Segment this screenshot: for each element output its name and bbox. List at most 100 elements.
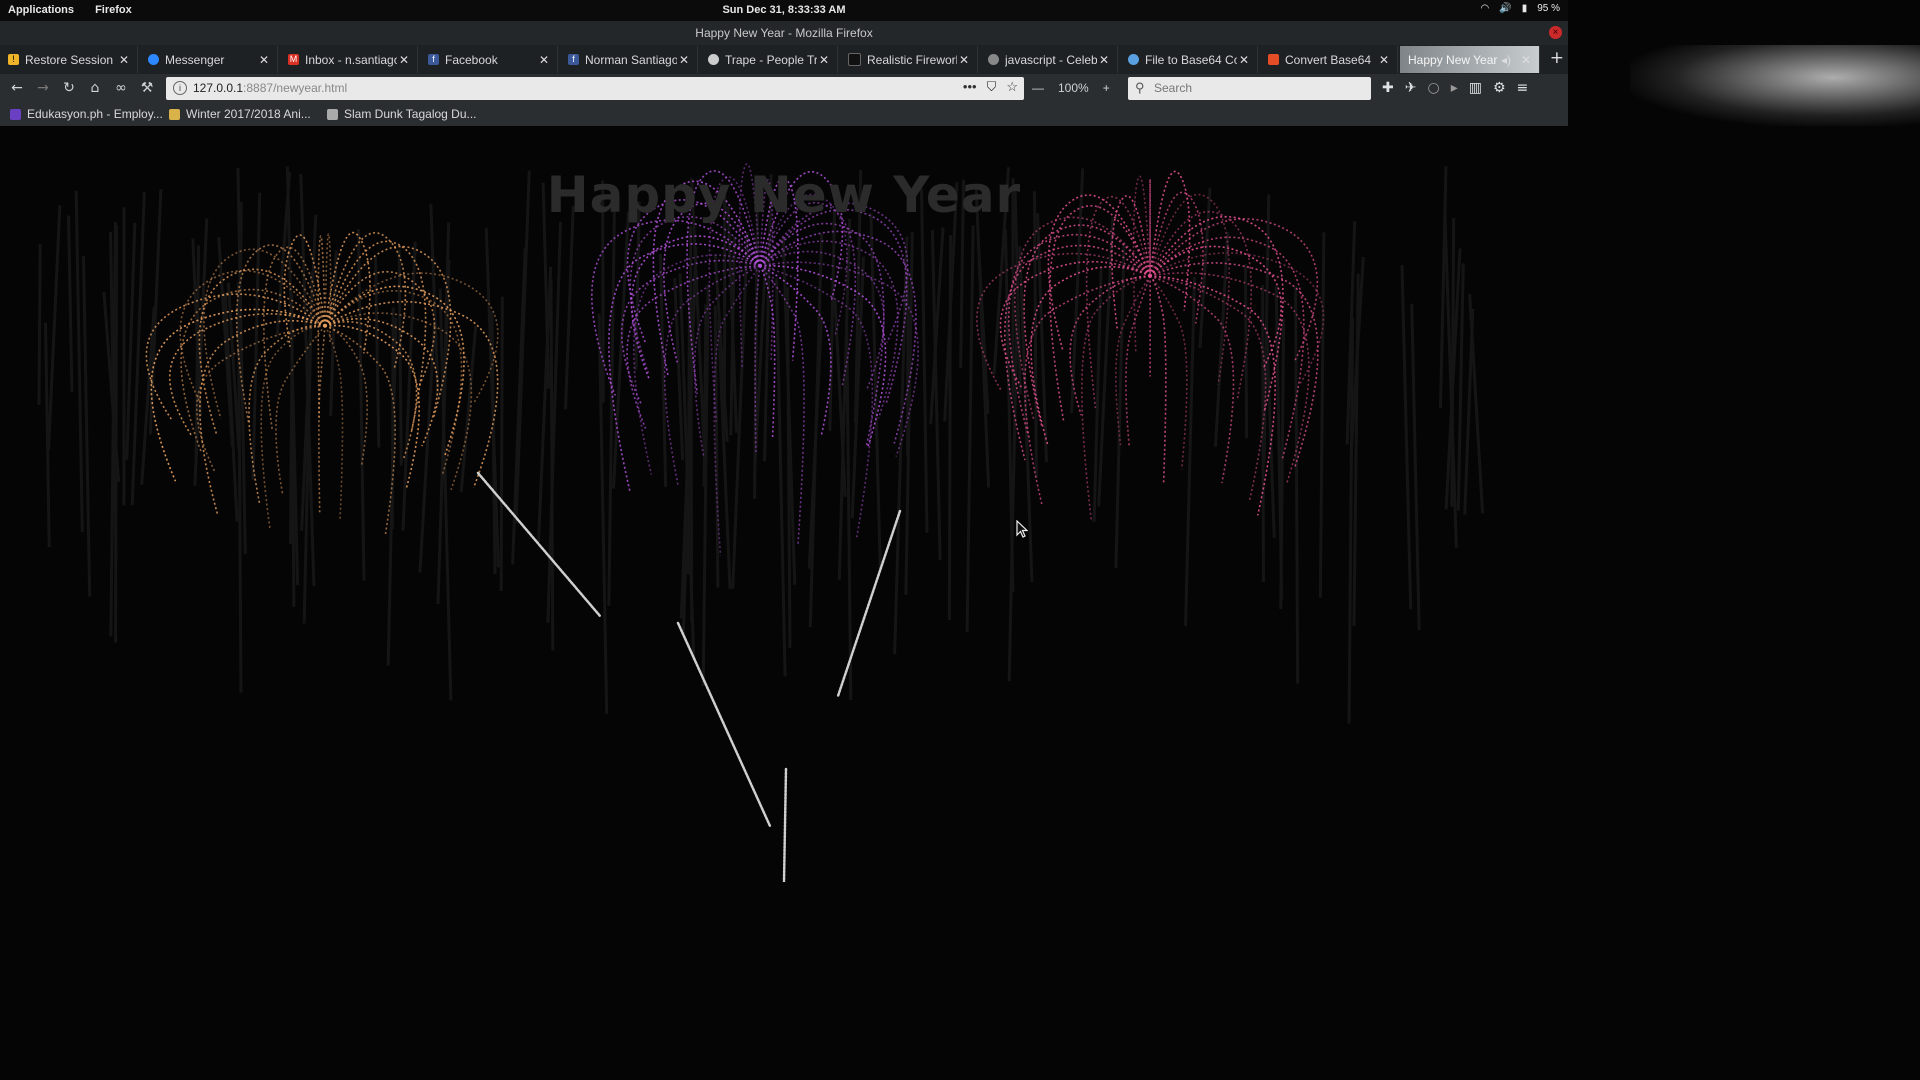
smoke-trail	[774, 278, 787, 677]
site-info-icon[interactable]: i	[173, 81, 187, 95]
bookmark-winter-anime[interactable]: Winter 2017/2018 Ani...	[169, 107, 311, 121]
private-mask-icon[interactable]: ∞	[112, 80, 130, 96]
bookmark-favicon-icon	[169, 108, 180, 120]
smoke-trail	[920, 188, 929, 533]
tab-restore-session[interactable]: ! Restore Session ✕	[0, 46, 138, 73]
smoke-trail	[1352, 273, 1360, 626]
smoke-trail	[1114, 244, 1126, 569]
page-content: Happy New Year	[0, 126, 1568, 882]
new-tab-button[interactable]: +	[1550, 48, 1564, 68]
forward-arrow-icon[interactable]: →	[34, 80, 52, 96]
smoke-trail	[965, 225, 975, 633]
sidebar-icon[interactable]: ▥	[1469, 80, 1482, 96]
close-icon[interactable]: ✕	[1377, 53, 1391, 67]
close-icon[interactable]: ✕	[117, 53, 131, 67]
tab-facebook[interactable]: f Facebook ✕	[420, 46, 558, 73]
github-icon	[708, 54, 719, 65]
smoke-trail	[611, 211, 630, 489]
tab-realistic-firework[interactable]: Realistic Firework ✕	[840, 46, 978, 73]
bookmark-slam-dunk[interactable]: Slam Dunk Tagalog Du...	[327, 107, 477, 121]
volume-icon[interactable]: 🔊	[1499, 3, 1511, 14]
stackoverflow-icon	[988, 54, 999, 65]
smoke-trail	[1294, 286, 1300, 684]
close-icon[interactable]: ✕	[1237, 53, 1251, 67]
smoke-trail	[66, 215, 74, 392]
back-arrow-icon[interactable]: ←	[8, 80, 26, 96]
zoom-out-icon[interactable]: —	[1032, 81, 1044, 95]
fireworks-canvas	[37, 163, 1485, 882]
smoke-trail	[658, 254, 668, 488]
close-icon[interactable]: ✕	[957, 53, 971, 67]
smoke-trail	[44, 322, 51, 548]
tab-happy-new-year[interactable]: Happy New Year ◂) ✕	[1400, 46, 1540, 73]
smoke-trail	[845, 324, 853, 701]
smoke-trail	[1400, 265, 1413, 610]
search-input[interactable]: ⚲ Search	[1128, 77, 1371, 100]
tab-convert-base64[interactable]: Convert Base64 ✕	[1260, 46, 1398, 73]
tab-messenger[interactable]: Messenger ✕	[140, 46, 278, 73]
tab-trape[interactable]: Trape - People Tr ✕	[700, 46, 838, 73]
tab-inbox[interactable]: M Inbox - n.santiago ✕	[280, 46, 418, 73]
home-icon[interactable]: ⌂	[86, 80, 104, 96]
hamburger-menu-icon[interactable]: ≡	[1517, 80, 1529, 96]
close-icon[interactable]: ✕	[1097, 53, 1111, 67]
smoke-trail	[459, 325, 478, 492]
extension-play-icon[interactable]: ▸	[1451, 80, 1458, 96]
extension-puzzle-icon[interactable]: ✚	[1382, 80, 1394, 96]
settings-gear-icon[interactable]: ⚙	[1493, 80, 1506, 96]
battery-icon[interactable]: ▮	[1522, 3, 1528, 14]
page-actions-icon[interactable]: •••	[963, 79, 977, 95]
close-icon[interactable]: ✕	[397, 53, 411, 67]
zoom-in-icon[interactable]: +	[1103, 81, 1110, 95]
firework-spark	[275, 325, 326, 496]
address-bar[interactable]: i 127.0.0.1:8887/newyear.html ••• ⛉ ☆	[166, 77, 1024, 100]
smoke-trail	[828, 210, 837, 431]
bookmark-label: Slam Dunk Tagalog Du...	[344, 107, 477, 121]
window-close-button[interactable]: ×	[1549, 26, 1562, 39]
firework-spark	[1149, 262, 1319, 469]
tab-label: Messenger	[165, 52, 225, 67]
smoke-trail	[81, 256, 92, 597]
url-host: 127.0.0.1	[193, 81, 244, 95]
smoke-trails	[37, 166, 1485, 724]
page-heading: Happy New Year	[546, 166, 1022, 224]
mouse-cursor-icon	[1016, 519, 1029, 542]
smoke-trail	[125, 222, 137, 460]
zoom-level[interactable]: 100%	[1058, 81, 1089, 95]
close-icon[interactable]: ✕	[817, 53, 831, 67]
speaker-icon[interactable]: ◂)	[1499, 53, 1513, 67]
address-url[interactable]: 127.0.0.1:8887/newyear.html	[193, 81, 347, 95]
firework-spark	[1149, 275, 1167, 483]
bookmark-edukasyon[interactable]: Edukasyon.ph - Employ...	[10, 107, 163, 121]
reload-icon[interactable]: ↻	[60, 80, 78, 96]
toolbar-extensions: ✚ ✈ ○ ▸ ▥ ⚙ ≡	[1382, 80, 1528, 96]
bookmark-label: Edukasyon.ph - Employ...	[27, 107, 163, 121]
smoke-trail	[251, 192, 262, 480]
pocket-icon[interactable]: ⛉	[987, 79, 997, 95]
system-clock[interactable]: Sun Dec 31, 8:33:33 AM	[0, 4, 1568, 16]
bookmarks-toolbar: Edukasyon.ph - Employ... Winter 2017/201…	[0, 104, 1568, 126]
wifi-icon[interactable]: ◠	[1481, 3, 1490, 14]
smoke-trail	[1318, 232, 1326, 598]
wrench-icon[interactable]: ⚒	[138, 80, 156, 96]
firework-spark	[248, 324, 326, 504]
extension-bird-icon[interactable]: ✈	[1405, 80, 1417, 96]
close-icon[interactable]: ✕	[257, 53, 271, 67]
close-icon[interactable]: ✕	[677, 53, 691, 67]
tab-file-to-base64[interactable]: File to Base64 Co ✕	[1120, 46, 1258, 73]
smoke-trail	[722, 191, 727, 432]
bookmark-label: Winter 2017/2018 Ani...	[186, 107, 311, 121]
smoke-trail	[47, 205, 62, 450]
close-icon[interactable]: ✕	[1519, 53, 1533, 67]
tab-norman-santiago[interactable]: f Norman Santiago ✕	[560, 46, 698, 73]
tab-javascript-celeb[interactable]: javascript - Celeb ✕	[980, 46, 1118, 73]
extension-circle-icon[interactable]: ○	[1427, 80, 1439, 96]
smoke-trail	[785, 287, 792, 648]
search-icon: ⚲	[1135, 80, 1145, 95]
rocket-trail	[782, 767, 788, 882]
firework-spark	[324, 271, 436, 386]
tab-strip: ! Restore Session ✕ Messenger ✕ M Inbox - n.…	[0, 45, 1568, 74]
bookmark-star-icon[interactable]: ☆	[1006, 79, 1018, 95]
gmail-icon: M	[288, 54, 299, 65]
close-icon[interactable]: ✕	[537, 53, 551, 67]
